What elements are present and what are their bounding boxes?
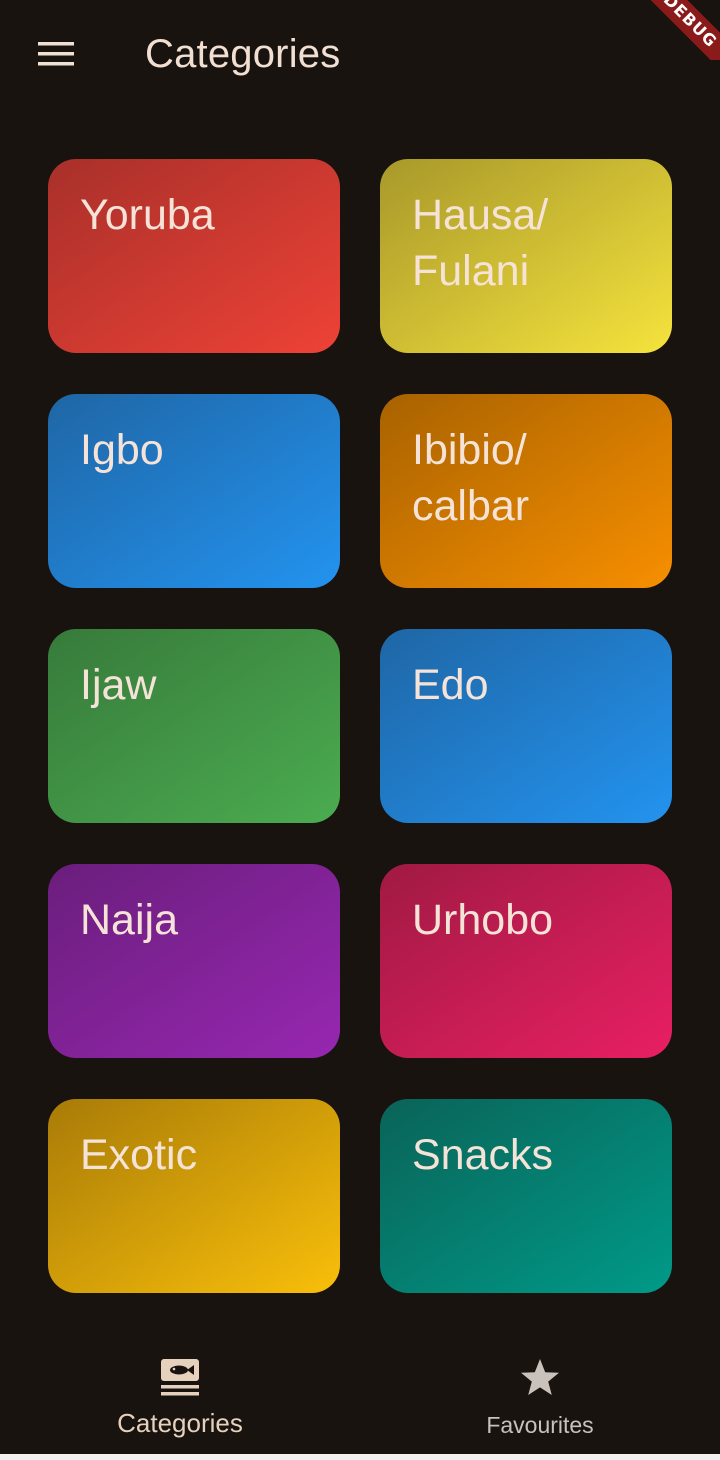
category-label: Yoruba	[80, 191, 215, 239]
bottom-navigation: Categories Favourites	[0, 1328, 720, 1454]
category-label: Exotic	[80, 1131, 198, 1179]
nav-item-categories[interactable]: Categories	[0, 1328, 360, 1454]
category-card-edo[interactable]: Edo	[380, 629, 672, 823]
category-label: Ibibio/ calbar	[412, 426, 530, 530]
debug-banner-text: DEBUG	[640, 0, 720, 60]
category-label: Snacks	[412, 1131, 554, 1179]
category-label: Edo	[412, 661, 489, 709]
category-card-ijaw[interactable]: Ijaw	[48, 629, 340, 823]
category-label: Urhobo	[412, 896, 554, 944]
category-label: Igbo	[80, 426, 164, 474]
set-meal-icon	[161, 1359, 199, 1396]
page-title: Categories	[145, 32, 341, 76]
nav-label-favourites: Favourites	[486, 1412, 594, 1438]
category-label: Ijaw	[80, 661, 157, 709]
category-card-exotic[interactable]: Exotic	[48, 1099, 340, 1293]
category-card-yoruba[interactable]: Yoruba	[48, 159, 340, 353]
nav-item-favourites[interactable]: Favourites	[360, 1328, 720, 1454]
menu-icon	[38, 42, 74, 66]
category-label: Naija	[80, 896, 178, 944]
category-card-ibibio-calbar[interactable]: Ibibio/ calbar	[380, 394, 672, 588]
star-icon	[521, 1359, 559, 1395]
category-label: Hausa/ Fulani	[412, 191, 549, 295]
category-card-urhobo[interactable]: Urhobo	[380, 864, 672, 1058]
category-card-hausa-fulani[interactable]: Hausa/ Fulani	[380, 159, 672, 353]
debug-banner: DEBUG	[640, 0, 720, 60]
category-card-igbo[interactable]: Igbo	[48, 394, 340, 588]
category-grid: Yoruba Hausa/ Fulani Igbo Ibibio/ calbar…	[48, 159, 672, 1293]
category-card-snacks[interactable]: Snacks	[380, 1099, 672, 1293]
app-bar: Categories	[0, 0, 720, 110]
menu-button[interactable]	[28, 30, 84, 78]
app-screen: Categories DEBUG Yoruba Hausa/ Fulani Ig…	[0, 0, 720, 1460]
nav-label-categories: Categories	[117, 1408, 243, 1438]
system-nav-strip	[0, 1454, 720, 1460]
category-card-naija[interactable]: Naija	[48, 864, 340, 1058]
